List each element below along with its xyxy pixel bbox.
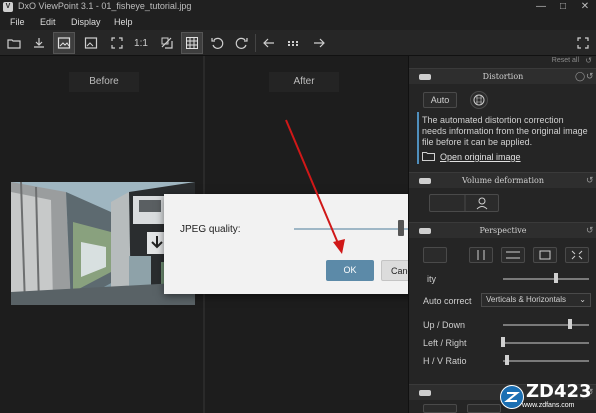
volume-title: Volume deformation xyxy=(462,176,544,185)
left-right-slider-thumb[interactable] xyxy=(501,337,505,347)
perspective-horizontal-button[interactable] xyxy=(501,247,525,263)
reset-all-icon[interactable]: ↺ xyxy=(585,56,592,65)
toolbar-separator xyxy=(255,34,256,52)
watermark-brand: ZD423 xyxy=(526,381,592,402)
volume-reset-icon[interactable]: ↺ xyxy=(586,175,594,186)
distortion-reset-icon[interactable]: ↺ xyxy=(586,71,594,82)
zoom-1-1-button[interactable]: 1:1 xyxy=(130,32,152,54)
intensity-label: ity xyxy=(427,274,436,284)
info-bar xyxy=(417,112,419,164)
window-title: DxO ViewPoint 3.1 - 01_fisheye_tutorial.… xyxy=(18,1,192,11)
jpeg-quality-dialog: JPEG quality: OK Cancel xyxy=(164,194,440,294)
before-after-icon[interactable] xyxy=(53,32,75,54)
left-right-label: Left / Right xyxy=(423,338,467,348)
filmstrip-icon[interactable] xyxy=(283,32,305,54)
auto-correct-value: Verticals & Horizontals xyxy=(486,295,567,304)
perspective-section-header[interactable]: Perspective ↺ xyxy=(409,222,596,238)
minimize-button[interactable]: — xyxy=(530,0,552,14)
volume-mode-buttons[interactable] xyxy=(429,194,499,212)
volume-section-header[interactable]: Volume deformation ↺ xyxy=(409,172,596,188)
menu-bar: File Edit Display Help xyxy=(0,14,596,30)
jpeg-quality-slider-thumb[interactable] xyxy=(397,220,404,236)
zd423-watermark: ZD423 www.zdfans.com xyxy=(498,381,596,413)
hv-ratio-label: H / V Ratio xyxy=(423,356,467,366)
distortion-info-text: The automated distortion correction need… xyxy=(422,115,588,147)
intensity-slider-thumb[interactable] xyxy=(554,273,559,283)
maximize-button[interactable]: □ xyxy=(552,0,574,14)
menu-help[interactable]: Help xyxy=(114,17,133,27)
after-label: After xyxy=(269,72,339,92)
up-down-slider-thumb[interactable] xyxy=(568,319,573,329)
up-down-label: Up / Down xyxy=(423,320,466,330)
fisheye-icon[interactable] xyxy=(470,91,488,109)
distortion-section-header[interactable]: Distortion ◯ ↺ xyxy=(409,68,596,84)
jpeg-quality-label: JPEG quality: xyxy=(180,224,241,235)
perspective-title: Perspective xyxy=(479,226,527,235)
ok-button[interactable]: OK xyxy=(326,260,374,281)
distortion-title: Distortion xyxy=(482,72,524,81)
intensity-slider[interactable] xyxy=(503,278,589,280)
distortion-auto-button[interactable]: Auto xyxy=(423,92,457,108)
rotate-right-icon[interactable] xyxy=(231,32,253,54)
menu-display[interactable]: Display xyxy=(71,17,101,27)
folder-icon xyxy=(422,152,435,161)
rotate-left-icon[interactable] xyxy=(206,32,228,54)
open-folder-icon[interactable] xyxy=(3,32,25,54)
up-down-slider[interactable] xyxy=(503,324,589,326)
grid-icon[interactable] xyxy=(181,32,203,54)
corrections-panel: Reset all ↺ Distortion ◯ ↺ Auto Volume d… xyxy=(408,56,596,413)
next-icon[interactable] xyxy=(308,32,330,54)
open-original-image-link[interactable]: Open original image xyxy=(440,152,521,162)
title-bar: V DxO ViewPoint 3.1 - 01_fisheye_tutoria… xyxy=(0,0,596,14)
hv-ratio-slider[interactable] xyxy=(503,360,589,362)
watermark-url: www.zdfans.com xyxy=(522,402,575,409)
close-button[interactable]: ✕ xyxy=(574,0,596,14)
perspective-rect-button[interactable] xyxy=(533,247,557,263)
fullscreen-icon[interactable] xyxy=(572,32,594,54)
watermark-logo-icon xyxy=(500,385,524,409)
next-section-toggle[interactable] xyxy=(419,390,431,396)
app-logo-icon: V xyxy=(3,2,13,12)
fit-icon[interactable] xyxy=(106,32,128,54)
hv-ratio-slider-thumb[interactable] xyxy=(505,355,510,365)
auto-correct-label: Auto correct xyxy=(423,296,472,306)
panel-header: Reset all ↺ xyxy=(409,56,596,66)
auto-correct-select[interactable]: Verticals & Horizontals ⌄ xyxy=(481,293,591,307)
perspective-8point-button[interactable] xyxy=(565,247,589,263)
before-label: Before xyxy=(69,72,139,92)
perspective-vertical-button[interactable] xyxy=(469,247,493,263)
menu-file[interactable]: File xyxy=(10,17,25,27)
toolbar: 1:1 xyxy=(0,30,596,56)
perspective-reset-icon[interactable]: ↺ xyxy=(586,225,594,236)
jpeg-quality-slider[interactable] xyxy=(294,228,424,230)
export-icon[interactable] xyxy=(28,32,50,54)
compare-icon[interactable] xyxy=(156,32,178,54)
previous-icon[interactable] xyxy=(258,32,280,54)
image-icon[interactable] xyxy=(80,32,102,54)
perspective-mode-1-button[interactable] xyxy=(423,247,447,263)
reset-all-link[interactable]: Reset all xyxy=(552,57,579,64)
distortion-settings-icon[interactable]: ◯ xyxy=(575,71,585,82)
next-section-button-2[interactable] xyxy=(467,404,501,413)
chevron-down-icon: ⌄ xyxy=(579,295,586,304)
left-right-slider[interactable] xyxy=(503,342,589,344)
next-section-button-1[interactable] xyxy=(423,404,457,413)
menu-edit[interactable]: Edit xyxy=(40,17,56,27)
